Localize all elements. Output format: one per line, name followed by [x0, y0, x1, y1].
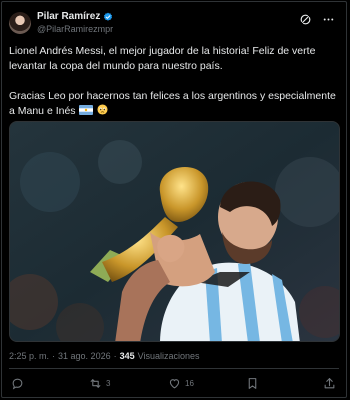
more-options-icon[interactable]: [322, 13, 335, 26]
views-label: Visualizaciones: [137, 351, 200, 361]
post-text: Lionel Andrés Messi, el mejor jugador de…: [9, 44, 339, 119]
post-photo[interactable]: [9, 121, 340, 342]
bookmark-icon: [248, 378, 257, 389]
views-count: 345: [119, 351, 135, 361]
photo-illustration: [10, 122, 339, 341]
post-date[interactable]: 31 ago. 2026: [58, 351, 111, 361]
bookmark-button[interactable]: [246, 377, 259, 390]
meta-separator-2: ·: [113, 351, 117, 361]
header-actions: [299, 13, 335, 26]
avatar[interactable]: [9, 12, 31, 34]
grok-icon[interactable]: [299, 13, 312, 26]
post-paragraph-1: Lionel Andrés Messi, el mejor jugador de…: [9, 45, 316, 72]
like-count: 16: [185, 379, 194, 388]
post-paragraph-2-text: Gracias Leo por hacernos tan felices a l…: [9, 90, 336, 117]
repost-icon: [90, 379, 101, 388]
post-time[interactable]: 2:25 p. m.: [9, 351, 49, 361]
action-bar: 3 16: [9, 377, 339, 393]
author-block: Pilar Ramírez @PilarRamirezmpr: [37, 11, 113, 34]
post-paragraph-2: Gracias Leo por hacernos tan felices a l…: [9, 89, 339, 119]
author-handle[interactable]: @PilarRamirezmpr: [37, 24, 113, 34]
heart-icon: [169, 379, 180, 389]
post-meta: 2:25 p. m. · 31 ago. 2026 · 345 Visualiz…: [9, 351, 200, 361]
verified-badge-icon: [104, 12, 113, 21]
argentina-flag-icon: [79, 105, 94, 115]
repost-count: 3: [106, 379, 111, 388]
divider: [9, 368, 339, 369]
display-name[interactable]: Pilar Ramírez: [37, 11, 100, 22]
reply-button[interactable]: [11, 377, 28, 390]
share-button[interactable]: [323, 377, 336, 390]
meta-separator-1: ·: [52, 351, 56, 361]
author-name-row[interactable]: Pilar Ramírez: [37, 11, 113, 22]
reply-icon: [12, 378, 23, 390]
post-header: Pilar Ramírez @PilarRamirezmpr: [9, 10, 339, 40]
share-icon: [324, 378, 335, 389]
repost-button[interactable]: 3: [89, 377, 110, 390]
like-button[interactable]: 16: [168, 377, 194, 390]
pleading-face-emoji-icon: [97, 104, 108, 115]
